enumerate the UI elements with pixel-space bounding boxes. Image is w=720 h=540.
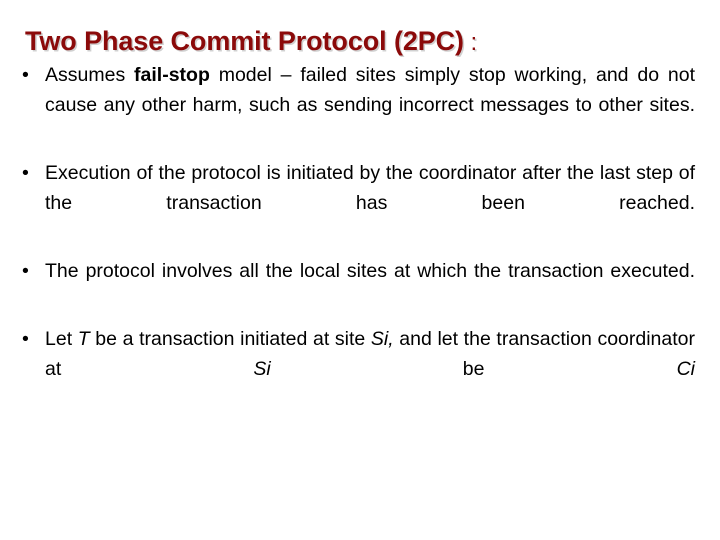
emphasis-italic: Si, — [370, 328, 394, 350]
bullet-text: Execution of the protocol is initiated b… — [45, 158, 695, 248]
text-run: Assumes — [45, 64, 135, 86]
presentation-slide: Two Phase Commit Protocol (2PC) : • Assum… — [0, 0, 720, 540]
slide-title-colon: : — [463, 29, 478, 56]
bullet-text: Let T be a transaction initiated at site… — [45, 324, 695, 414]
emphasis-italic: Si — [253, 358, 271, 380]
bullet-text: The protocol involves all the local site… — [45, 256, 695, 316]
slide-bullet-list: • Assumes fail-stop model – failed sites … — [0, 60, 720, 414]
bullet-marker-icon: • — [22, 64, 29, 86]
bullet-marker-icon: • — [22, 162, 29, 184]
text-run: Execution of the protocol is initiated b… — [45, 162, 695, 214]
text-run: The protocol involves all the local site… — [45, 260, 695, 282]
bullet-marker-icon: • — [22, 260, 29, 282]
bullet-1: • Assumes fail-stop model – failed sites … — [0, 60, 720, 150]
bullet-text: Assumes fail-stop model – failed sites s… — [45, 60, 695, 150]
text-run: Let — [45, 328, 78, 350]
slide-title: Two Phase Commit Protocol (2PC) : — [25, 25, 695, 59]
bullet-marker-icon: • — [22, 328, 29, 350]
text-run: be a transaction initiated at site — [89, 328, 371, 350]
bullet-3: • The protocol involves all the local sit… — [0, 256, 720, 316]
bullet-2: • Execution of the protocol is initiated … — [0, 158, 720, 248]
text-run: be — [270, 358, 677, 380]
emphasis-italic: Ci — [676, 358, 695, 380]
slide-title-main: Two Phase Commit Protocol (2PC) — [25, 26, 464, 56]
emphasis-italic: T — [77, 328, 90, 350]
bullet-4: • Let T be a transaction initiated at sit… — [0, 324, 720, 414]
emphasis-bold: fail-stop — [134, 64, 210, 86]
